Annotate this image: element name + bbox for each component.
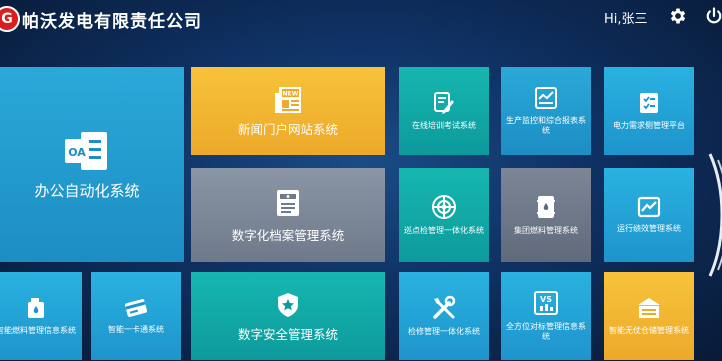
tools-icon: [431, 295, 457, 321]
tile-fuel-smart-label: 智能燃料管理信息系统: [0, 326, 76, 335]
tile-inspect[interactable]: 巡点检管理一体化系统: [399, 168, 489, 262]
tile-warehouse-label: 智能无仗仓储管理系统: [609, 326, 689, 335]
top-bar: G 帕沃发电有限责任公司 Hi,张三: [0, 0, 722, 36]
power-icon[interactable]: [704, 6, 722, 26]
tile-monitor-label: 生产监控和综合报表系统: [506, 116, 586, 135]
tile-news[interactable]: NEW 新闻门户网站系统: [191, 67, 385, 155]
oa-icon: OA: [63, 130, 111, 172]
trend-chart-icon: [637, 196, 661, 218]
tile-repair-label: 检修管理一体化系统: [408, 327, 480, 336]
tile-fuel-smart[interactable]: 智能燃料管理信息系统: [0, 272, 82, 360]
tile-security[interactable]: 数字安全管理系统: [191, 272, 385, 360]
newspaper-icon: NEW: [273, 85, 303, 115]
radar-icon: [431, 194, 457, 220]
company-logo: G: [0, 6, 20, 32]
benchmark-badge: VS: [540, 295, 552, 304]
news-badge: NEW: [283, 91, 299, 98]
tile-fuel-group-label: 集团燃料管理系统: [514, 226, 578, 235]
decorative-arc: [708, 153, 722, 277]
tile-inspect-label: 巡点检管理一体化系统: [404, 226, 484, 235]
pen-paper-icon: [433, 91, 455, 115]
oil-can-icon: [25, 296, 47, 320]
tile-exam[interactable]: 在线培训考试系统: [399, 67, 489, 155]
tile-exam-label: 在线培训考试系统: [412, 121, 476, 130]
tile-archive[interactable]: 数字化档案管理系统: [191, 168, 385, 262]
gear-icon[interactable]: [668, 6, 688, 26]
tile-warehouse[interactable]: 智能无仗仓储管理系统: [604, 272, 694, 360]
tile-benchmark[interactable]: VS 全方位对标管理信息系统: [501, 272, 591, 360]
card-icon: [123, 297, 149, 319]
tile-archive-label: 数字化档案管理系统: [231, 227, 345, 243]
tile-card-label: 智能一卡通系统: [108, 325, 164, 334]
oa-badge: OA: [68, 146, 86, 159]
tile-security-label: 数字安全管理系统: [237, 326, 338, 342]
tile-perf-label: 运行绩效管理系统: [617, 224, 681, 233]
warehouse-icon: [636, 296, 662, 320]
chart-doc-icon: [534, 86, 558, 110]
archive-doc-icon: [275, 188, 301, 218]
tile-monitor[interactable]: 生产监控和综合报表系统: [501, 67, 591, 155]
tile-oa-label: 办公自动化系统: [34, 181, 140, 200]
tile-fuel-group[interactable]: 集团燃料管理系统: [501, 168, 591, 262]
tile-oa[interactable]: OA 办公自动化系统: [0, 67, 184, 262]
user-greeting[interactable]: Hi,张三: [604, 8, 648, 27]
tile-benchmark-label: 全方位对标管理信息系统: [506, 322, 586, 341]
tile-demand[interactable]: 电力需求侧管理平台: [604, 67, 694, 155]
oil-barrel-icon: [535, 194, 557, 220]
vs-chart-icon: VS: [533, 290, 559, 316]
tile-repair[interactable]: 检修管理一体化系统: [399, 272, 489, 360]
tile-demand-label: 电力需求侧管理平台: [613, 121, 685, 130]
checklist-icon: [638, 91, 660, 115]
tile-card[interactable]: 智能一卡通系统: [91, 272, 181, 360]
tile-news-label: 新闻门户网站系统: [237, 122, 338, 137]
company-name: 帕沃发电有限责任公司: [22, 12, 202, 32]
tile-perf[interactable]: 运行绩效管理系统: [604, 168, 694, 262]
shield-star-icon: [276, 291, 300, 319]
